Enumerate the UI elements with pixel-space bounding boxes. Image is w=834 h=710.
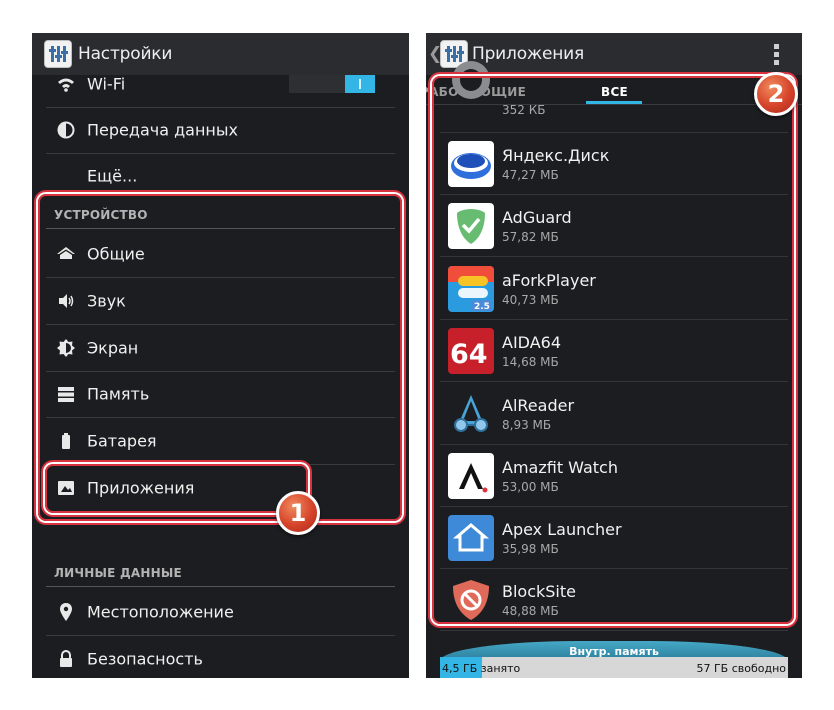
lock-icon [60, 650, 72, 667]
storage-free-text: 57 ГБ свободно [696, 662, 786, 675]
settings-item-label: Wi-Fi [87, 74, 126, 94]
app-list-highlight [432, 76, 794, 624]
data-usage-icon [57, 121, 75, 139]
section-header-personal: ЛИЧНЫЕ ДАННЫЕ [54, 566, 182, 580]
internal-storage-bar: Внутр. память 4,5 ГБ занято 57 ГБ свобод… [440, 641, 788, 678]
apps-item-highlight [45, 464, 308, 513]
overflow-menu-icon[interactable] [774, 44, 780, 66]
wifi-icon [58, 78, 74, 92]
location-pin-icon [60, 603, 72, 621]
settings-item-more[interactable]: Ещё... [32, 153, 409, 199]
storage-used-text: 4,5 ГБ занято [442, 662, 521, 675]
storage-label: Внутр. память [569, 645, 659, 658]
step-badge-1: 1 [276, 491, 320, 535]
settings-item-label: Передача данных [87, 120, 238, 140]
settings-item-label: Ещё... [87, 166, 138, 186]
settings-item-security[interactable]: Безопасность [32, 636, 409, 678]
settings-item-label: Местоположение [87, 602, 234, 622]
step-badge-2: 2 [754, 72, 798, 116]
settings-item-label: Безопасность [87, 649, 203, 669]
wifi-toggle[interactable] [289, 75, 375, 93]
settings-item-data-usage[interactable]: Передача данных [32, 107, 409, 153]
settings-item-location[interactable]: Местоположение [32, 589, 409, 635]
